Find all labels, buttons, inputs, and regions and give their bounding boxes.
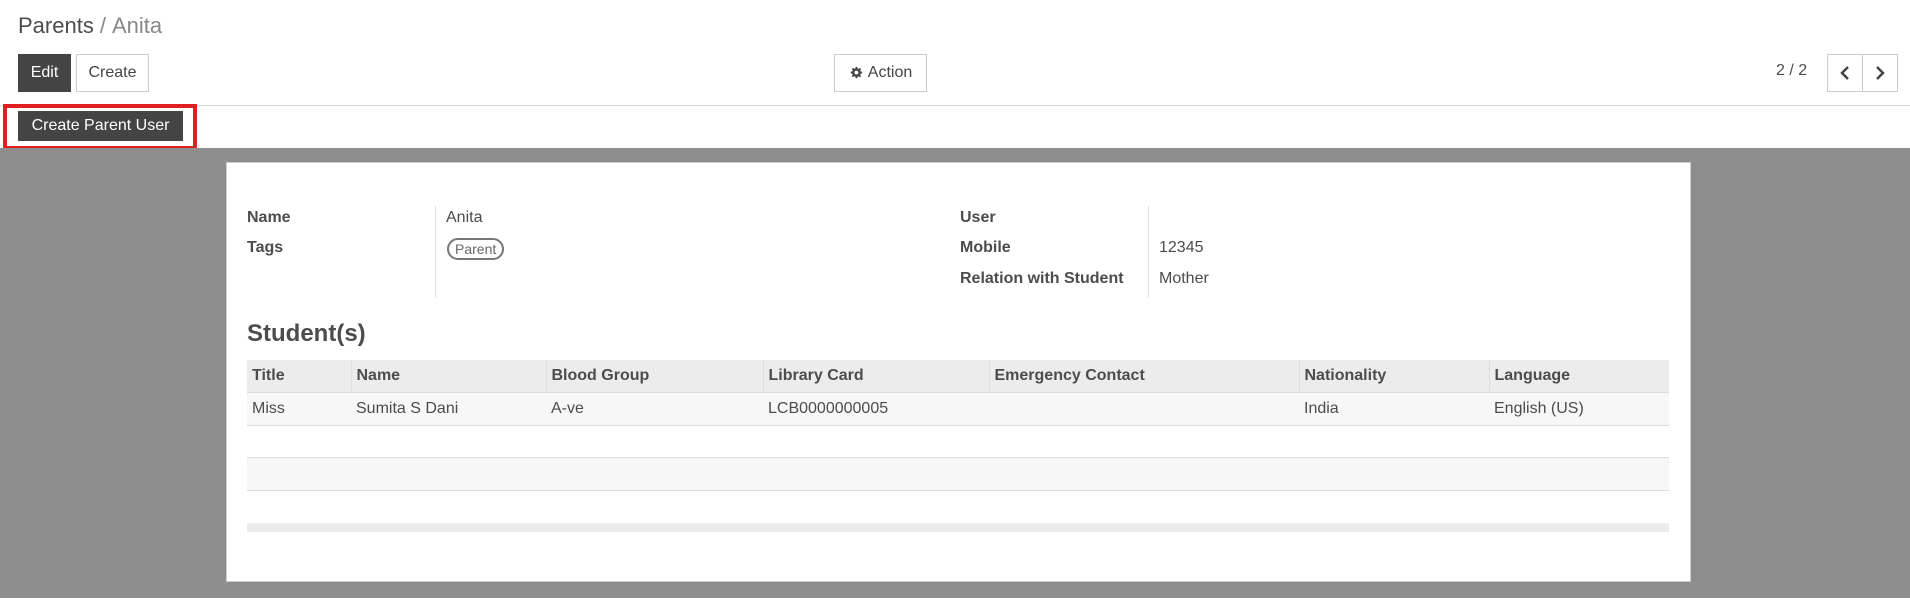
- mobile-value: 12345: [1159, 239, 1204, 256]
- column-header-emergency-contact[interactable]: Emergency Contact: [988, 360, 1299, 393]
- column-header-library-card[interactable]: Library Card: [762, 360, 989, 393]
- action-label: Action: [867, 64, 913, 81]
- column-header-title[interactable]: Title: [247, 360, 351, 393]
- students-section-title: Student(s): [247, 320, 366, 347]
- edit-button[interactable]: Edit: [18, 54, 71, 92]
- field-divider: [435, 206, 436, 297]
- cell-name: Sumita S Dani: [351, 392, 546, 426]
- action-dropdown-button[interactable]: Action: [834, 54, 927, 92]
- breadcrumb: Parents / Anita: [18, 13, 162, 39]
- cell-blood-group: A-ve: [546, 392, 763, 426]
- field-divider: [1148, 206, 1149, 297]
- column-header-nationality[interactable]: Nationality: [1298, 360, 1489, 393]
- chevron-right-icon: [1874, 66, 1886, 80]
- pager-next-button[interactable]: [1862, 54, 1898, 92]
- create-button[interactable]: Create: [76, 54, 149, 92]
- empty-table-row: [247, 425, 1669, 458]
- students-table: Title Name Blood Group Library Card Emer…: [247, 360, 1669, 426]
- table-header-row: Title Name Blood Group Library Card Emer…: [247, 360, 1669, 393]
- control-panel: Parents / Anita Edit Create Action 2 / 2: [0, 0, 1910, 106]
- pager-value: 2 / 2: [1776, 62, 1808, 79]
- chevron-left-icon: [1839, 66, 1851, 80]
- relation-value: Mother: [1159, 270, 1209, 287]
- user-label: User: [960, 209, 996, 226]
- name-value: Anita: [446, 209, 483, 226]
- cell-emergency-contact: [989, 392, 1299, 426]
- cell-nationality: India: [1299, 392, 1489, 426]
- table-footer: [247, 523, 1669, 532]
- statusbar: [0, 106, 1910, 148]
- empty-table-row: [247, 491, 1669, 524]
- column-header-name[interactable]: Name: [350, 360, 546, 393]
- tags-label: Tags: [247, 239, 284, 256]
- gear-icon: [849, 66, 863, 80]
- tag-badge: Parent: [447, 238, 505, 260]
- cell-title: Miss: [247, 392, 351, 426]
- column-header-language[interactable]: Language: [1488, 360, 1669, 393]
- breadcrumb-current: Anita: [111, 13, 163, 38]
- cell-library-card: LCB0000000005: [763, 392, 989, 426]
- table-row[interactable]: Miss Sumita S Dani A-ve LCB0000000005 In…: [247, 392, 1669, 426]
- relation-label: Relation with Student: [960, 270, 1124, 287]
- pager-previous-button[interactable]: [1827, 54, 1863, 92]
- empty-table-row: [247, 458, 1669, 491]
- breadcrumb-separator: /: [99, 13, 106, 38]
- breadcrumb-parent-link[interactable]: Parents: [18, 13, 94, 38]
- mobile-label: Mobile: [960, 239, 1011, 256]
- highlight-box: [3, 104, 197, 150]
- cell-language: English (US): [1489, 392, 1669, 426]
- name-label: Name: [247, 209, 291, 226]
- column-header-blood-group[interactable]: Blood Group: [545, 360, 763, 393]
